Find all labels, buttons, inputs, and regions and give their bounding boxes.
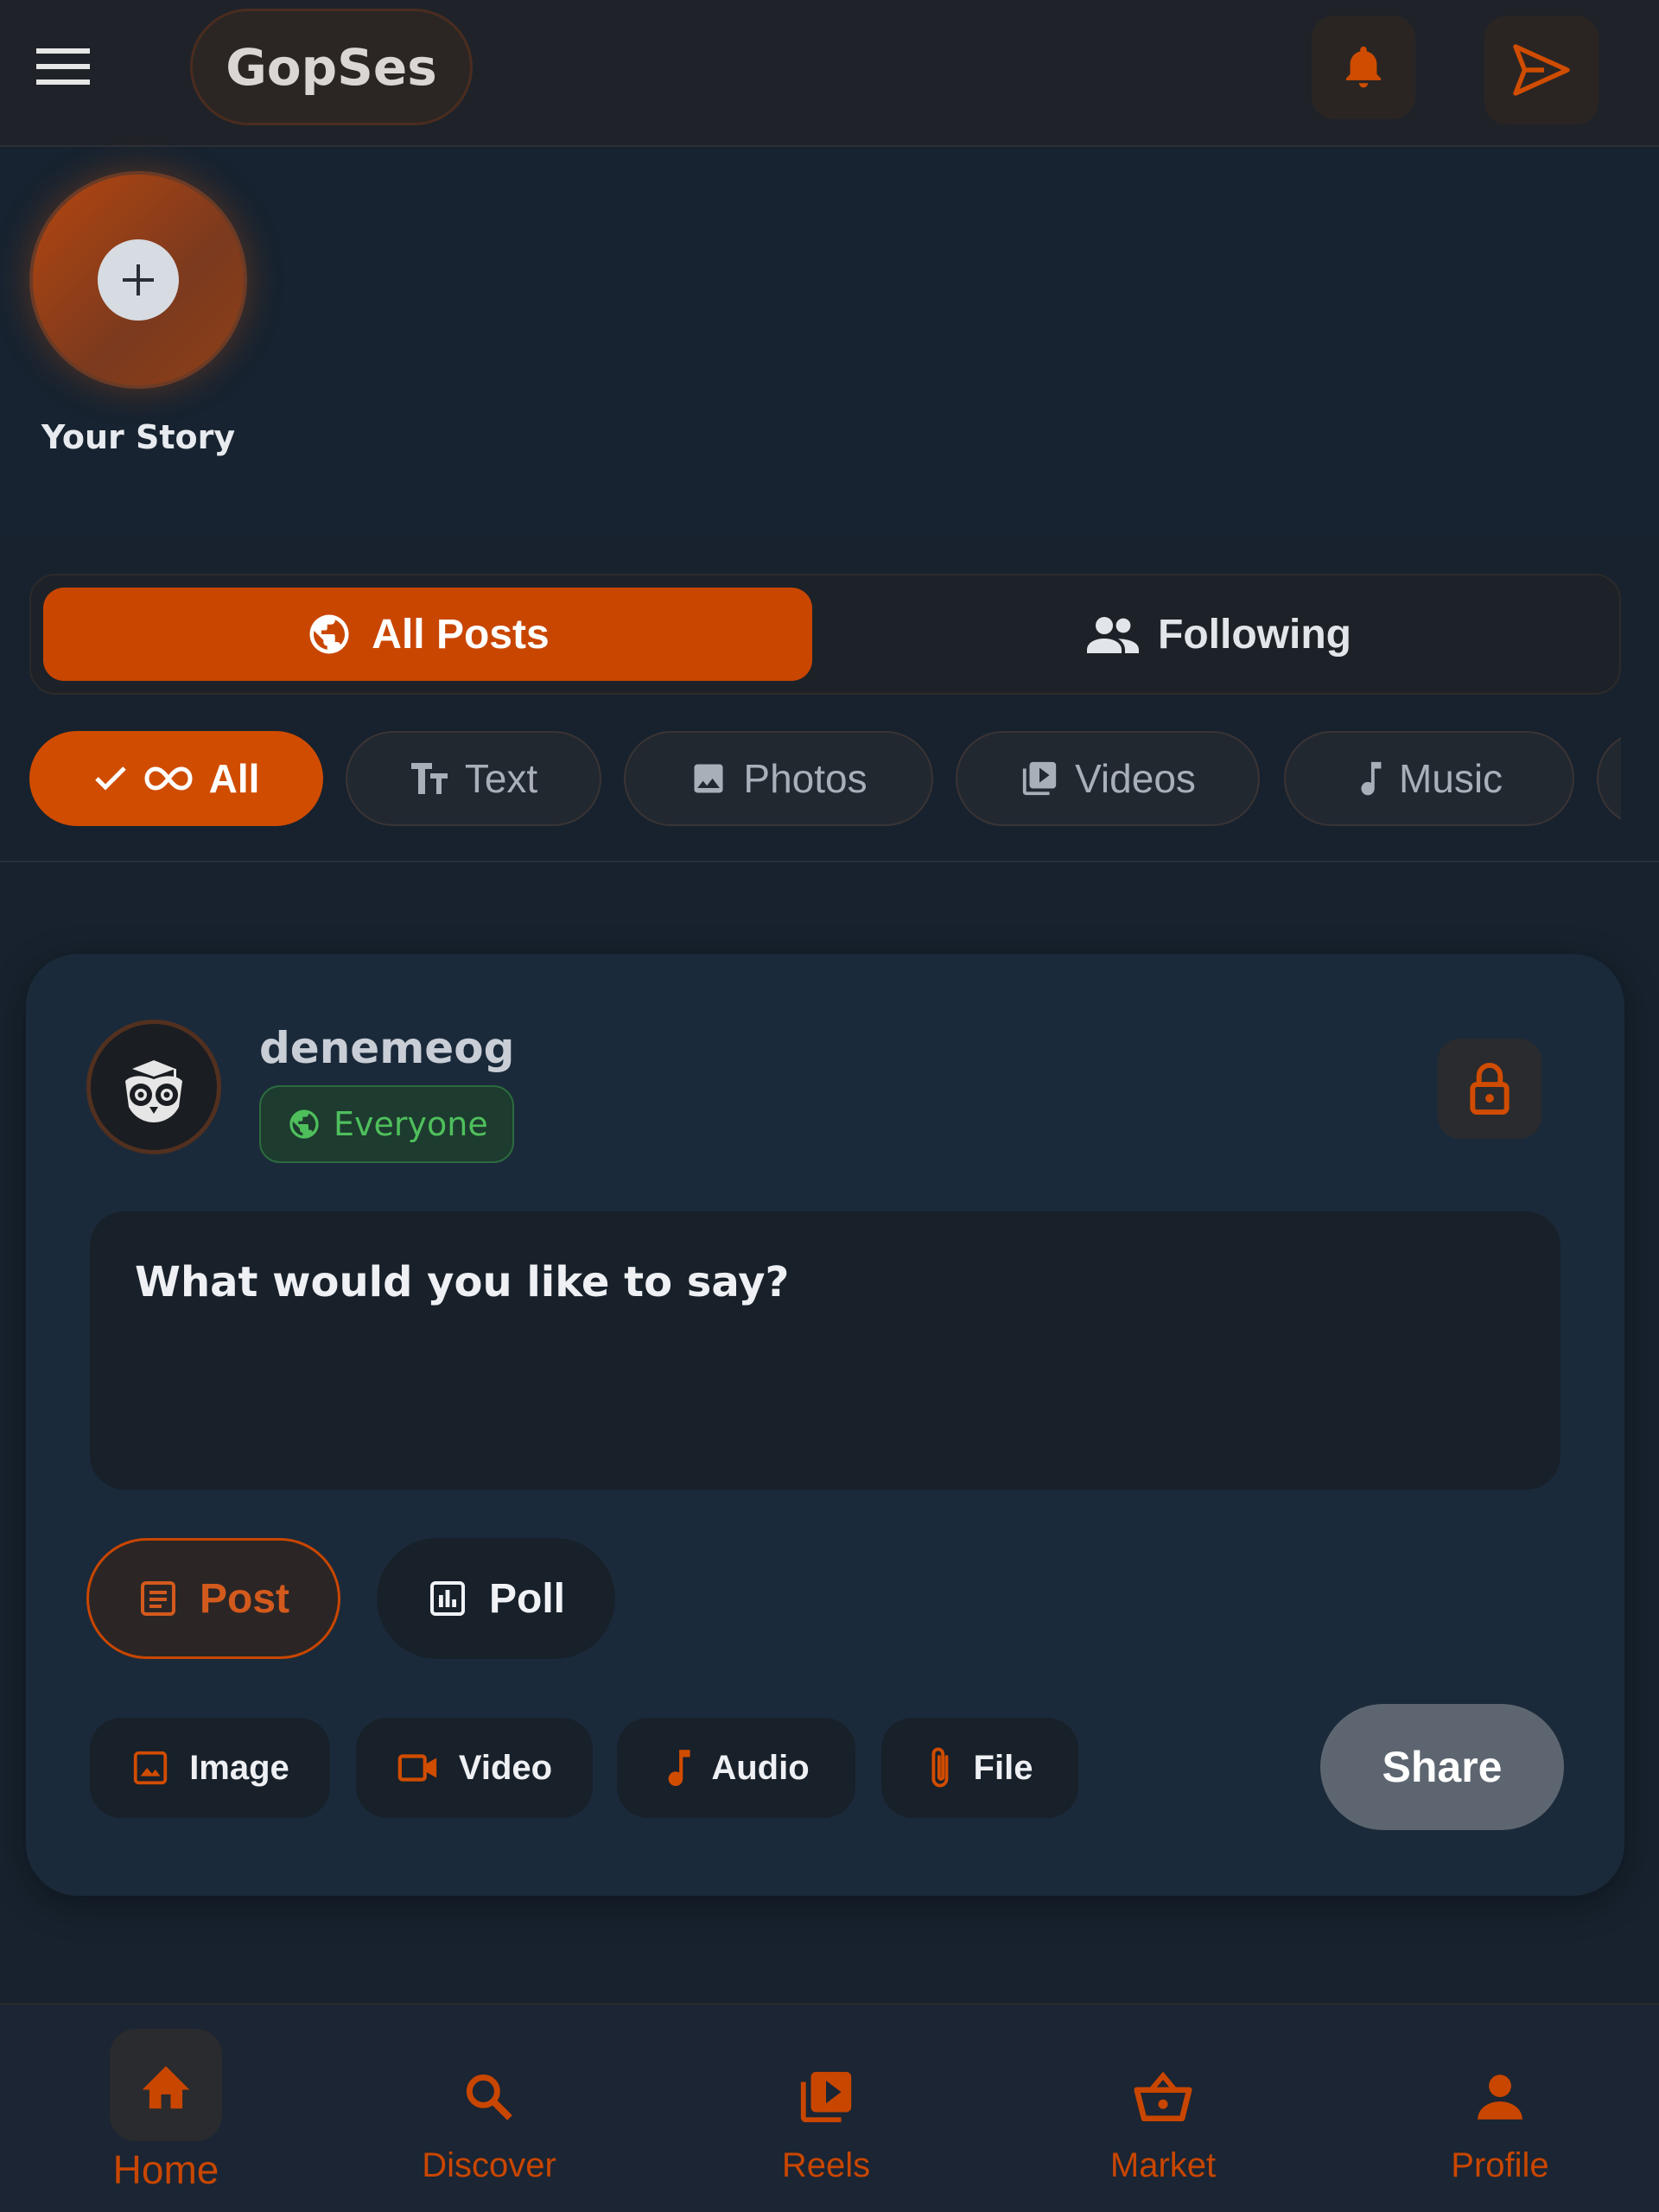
nav-discover-label: Discover xyxy=(422,2146,556,2184)
filter-photos[interactable]: Photos xyxy=(624,731,933,826)
nav-profile-label: Profile xyxy=(1451,2146,1549,2184)
avatar[interactable] xyxy=(86,1020,221,1154)
post-placeholder: What would you like to say? xyxy=(135,1258,790,1306)
filter-text[interactable]: Text xyxy=(346,731,601,826)
feed-toggle: All Posts Following xyxy=(29,574,1621,695)
filter-chips: All Text Photos Videos Music xyxy=(0,722,1621,843)
privacy-lock-button[interactable] xyxy=(1438,1039,1541,1139)
tab-all-posts-label: All Posts xyxy=(372,611,550,658)
attach-video-label: Video xyxy=(458,1748,553,1787)
your-story-button[interactable] xyxy=(29,171,247,389)
filter-music-label: Music xyxy=(1398,756,1503,801)
attach-image-button[interactable]: Image xyxy=(90,1718,330,1818)
visibility-badge[interactable]: Everyone xyxy=(259,1085,514,1163)
poll-type-button[interactable]: Poll xyxy=(377,1538,615,1659)
tab-following[interactable]: Following xyxy=(826,588,1612,681)
article-icon xyxy=(137,1578,179,1619)
filter-photos-label: Photos xyxy=(743,756,868,801)
reels-icon xyxy=(770,2041,882,2153)
poll-type-label: Poll xyxy=(488,1575,565,1622)
attach-image-label: Image xyxy=(189,1748,289,1787)
nav-home[interactable]: Home xyxy=(0,2005,332,2212)
image-icon xyxy=(690,760,728,798)
lock-icon xyxy=(1468,1061,1511,1116)
attach-video-button[interactable]: Video xyxy=(356,1718,593,1818)
tab-following-label: Following xyxy=(1158,611,1351,658)
people-icon xyxy=(1087,615,1140,653)
globe-icon xyxy=(287,1107,321,1141)
music-note-icon xyxy=(663,1746,692,1789)
nav-profile[interactable]: Profile xyxy=(1334,2005,1659,2212)
post-type-label: Post xyxy=(199,1575,289,1622)
search-icon xyxy=(433,2041,545,2153)
composer-card: denemeog Everyone What would you like to… xyxy=(26,954,1624,1896)
filter-more[interactable] xyxy=(1597,731,1621,826)
globe-icon xyxy=(306,611,353,658)
nav-market-label: Market xyxy=(1109,2146,1217,2184)
filter-videos[interactable]: Videos xyxy=(956,731,1260,826)
filter-all[interactable]: All xyxy=(29,731,323,826)
nav-market[interactable]: Market xyxy=(997,2005,1329,2212)
attach-audio-button[interactable]: Audio xyxy=(617,1718,855,1818)
nav-reels[interactable]: Reels xyxy=(660,2005,992,2212)
person-icon xyxy=(1444,2041,1556,2153)
divider xyxy=(0,861,1659,862)
poll-icon xyxy=(427,1578,468,1619)
messages-button[interactable] xyxy=(1484,16,1599,124)
home-icon xyxy=(110,2029,222,2141)
story-label: Your Story xyxy=(41,418,236,456)
filter-text-label: Text xyxy=(464,756,538,801)
attach-file-button[interactable]: File xyxy=(881,1718,1078,1818)
nav-home-label: Home xyxy=(112,2147,219,2192)
notifications-button[interactable] xyxy=(1312,16,1415,119)
top-bar: GopSes xyxy=(0,0,1659,147)
filter-all-label: All xyxy=(208,756,260,801)
music-note-icon xyxy=(1356,759,1383,798)
filter-videos-label: Videos xyxy=(1075,756,1196,801)
filter-music[interactable]: Music xyxy=(1284,731,1574,826)
nav-discover[interactable]: Discover xyxy=(323,2005,655,2212)
post-text-area[interactable]: What would you like to say? xyxy=(90,1211,1560,1490)
videocam-icon xyxy=(397,1751,440,1784)
post-type-button[interactable]: Post xyxy=(86,1538,340,1659)
menu-icon[interactable] xyxy=(33,43,95,90)
brand-logo[interactable]: GopSes xyxy=(190,9,473,125)
stories-strip: Your Story xyxy=(0,149,1659,536)
text-size-icon xyxy=(410,761,449,796)
basket-icon xyxy=(1107,2041,1219,2153)
attach-file-label: File xyxy=(973,1748,1033,1787)
image-icon xyxy=(130,1748,170,1788)
check-icon xyxy=(93,764,128,793)
video-library-icon xyxy=(1020,759,1059,798)
username: denemeog xyxy=(259,1023,515,1073)
attach-audio-label: Audio xyxy=(711,1748,810,1787)
infinity-icon xyxy=(143,764,194,793)
visibility-label: Everyone xyxy=(334,1105,488,1143)
paperclip-icon xyxy=(927,1744,955,1792)
nav-reels-label: Reels xyxy=(781,2146,871,2184)
bottom-nav: Home Discover Reels Market Profile xyxy=(0,2003,1659,2212)
share-button[interactable]: Share xyxy=(1320,1704,1564,1830)
owl-icon xyxy=(106,1039,201,1135)
tab-all-posts[interactable]: All Posts xyxy=(43,588,812,681)
plus-icon xyxy=(98,239,179,321)
send-icon xyxy=(1510,41,1573,99)
bell-icon xyxy=(1339,41,1388,94)
